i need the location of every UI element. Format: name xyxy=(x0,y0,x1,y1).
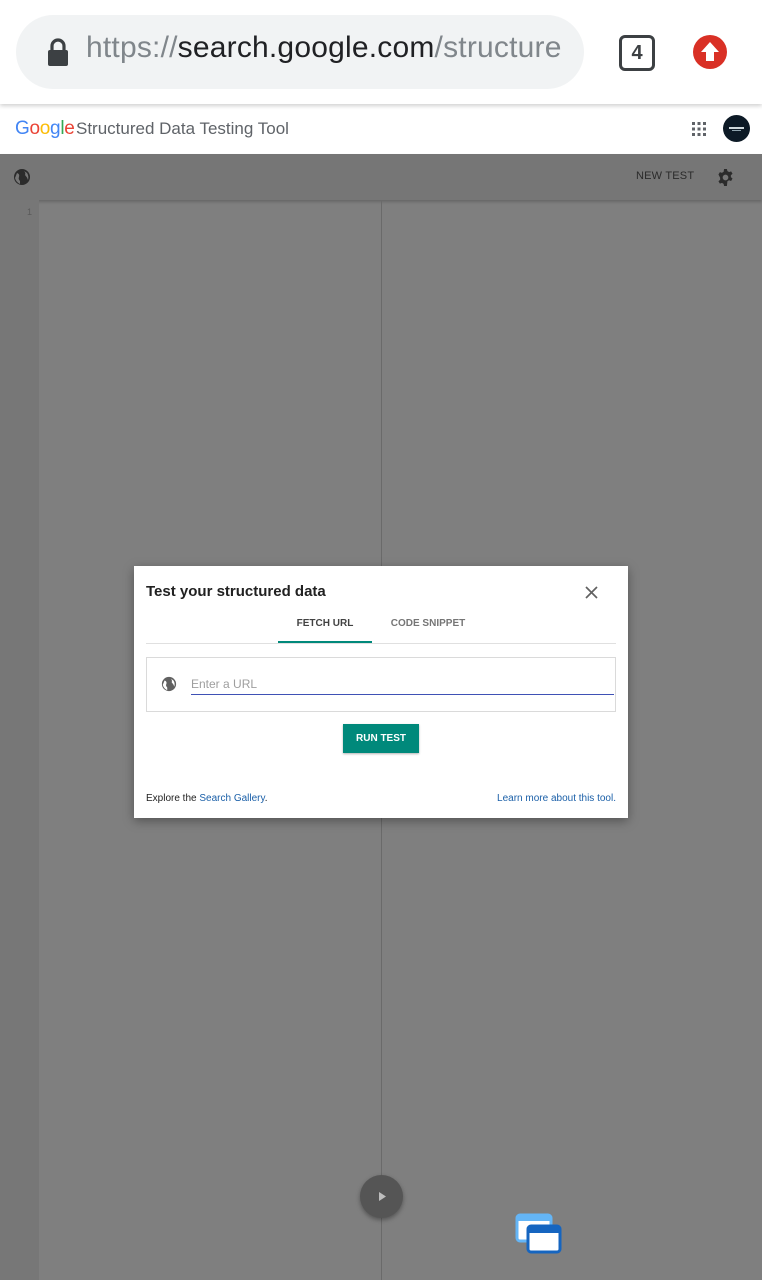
test-dialog: Test your structured data FETCH URL CODE… xyxy=(134,566,628,818)
editor-gutter xyxy=(0,200,39,1280)
tab-divider xyxy=(146,643,616,644)
url-input-box xyxy=(146,657,616,712)
run-fab-button[interactable] xyxy=(360,1175,403,1218)
explore-text: Explore the Search Gallery. xyxy=(146,793,268,804)
update-arrow-icon xyxy=(701,42,719,61)
tool-toolbar: NEW TEST xyxy=(0,154,762,200)
dialog-title: Test your structured data xyxy=(146,583,326,600)
line-number: 1 xyxy=(27,207,33,217)
address-bar[interactable]: https://search.google.com/structure xyxy=(16,15,584,89)
url-text: https://search.google.com/structure xyxy=(86,31,576,65)
avatar[interactable] xyxy=(723,115,750,142)
update-button[interactable] xyxy=(693,35,727,69)
apps-grid-icon[interactable] xyxy=(691,121,707,137)
url-host: search.google.com xyxy=(177,31,435,64)
floating-window-icon[interactable] xyxy=(515,1213,563,1255)
logo-letter: G xyxy=(15,118,30,139)
logo-letter: e xyxy=(64,118,75,139)
gear-icon[interactable] xyxy=(716,168,735,187)
tab-fetch-url[interactable]: FETCH URL xyxy=(278,610,372,643)
search-gallery-link[interactable]: Search Gallery xyxy=(199,793,264,804)
logo-letter: g xyxy=(50,118,61,139)
learn-more-link[interactable]: Learn more about this tool. xyxy=(497,793,616,804)
url-scheme: https:// xyxy=(86,31,178,64)
url-path: /structure xyxy=(434,31,562,64)
logo-letter: o xyxy=(29,118,40,139)
close-icon[interactable] xyxy=(585,586,598,599)
globe-icon[interactable] xyxy=(13,168,31,186)
avatar-image xyxy=(729,127,744,131)
tab-switcher-button[interactable]: 4 xyxy=(619,35,655,71)
globe-icon xyxy=(161,676,177,692)
app-title: Structured Data Testing Tool xyxy=(76,119,289,138)
url-input[interactable] xyxy=(191,674,614,695)
lock-icon xyxy=(48,38,68,66)
logo-letter: o xyxy=(39,118,51,139)
new-test-button[interactable]: NEW TEST xyxy=(636,170,694,182)
browser-toolbar: https://search.google.com/structure 4 xyxy=(0,0,762,104)
tab-code-snippet[interactable]: CODE SNIPPET xyxy=(382,610,474,643)
run-test-button[interactable]: RUN TEST xyxy=(343,724,419,753)
explore-prefix: Explore the xyxy=(146,793,200,804)
play-icon xyxy=(379,1192,386,1201)
explore-suffix: . xyxy=(264,793,268,804)
google-logo[interactable]: Google xyxy=(15,118,75,140)
app-header: Google Structured Data Testing Tool xyxy=(0,104,762,155)
